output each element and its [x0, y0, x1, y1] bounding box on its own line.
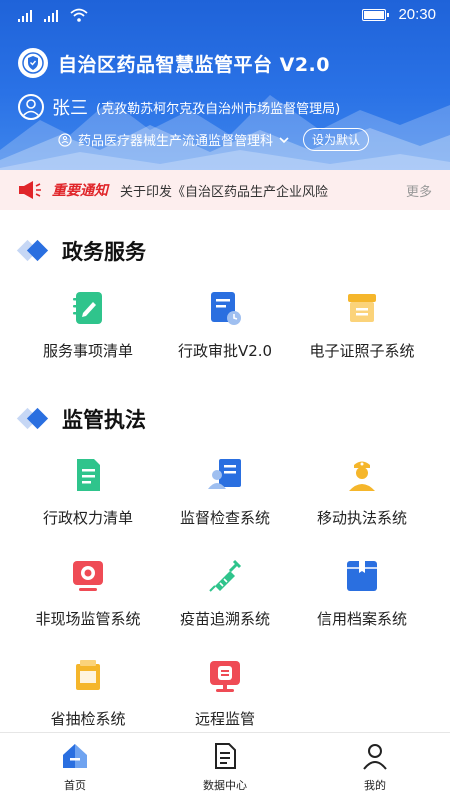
grid-label: 疫苗追溯系统: [179, 610, 270, 628]
diamond-icon: [16, 407, 50, 430]
nav-item-data-center[interactable]: 数据中心: [150, 733, 300, 800]
user-icon: [363, 744, 387, 770]
department-name: 药品医疗器械生产流通监督管理科: [78, 134, 274, 149]
provincial-sampling-item[interactable]: 省抽检系统: [13, 656, 163, 729]
platform-emblem-icon: [18, 48, 48, 78]
wifi-icon: [70, 8, 88, 22]
grid-label: 行政审批V2.0: [177, 342, 273, 360]
officer-icon: [349, 461, 375, 491]
set-default-button[interactable]: 设为默认: [303, 128, 370, 151]
platform-title: 自治区药品智慧监管平台 V2.0: [58, 53, 330, 76]
grid-label: 信用档案系统: [316, 610, 407, 628]
section-label: 政务服务: [62, 240, 146, 264]
section-title-law-enforcement: 监管执法: [16, 404, 146, 434]
grid-label: 省抽检系统: [50, 710, 126, 728]
bottom-nav: 首页 数据中心 我的: [0, 732, 450, 800]
inspection-item[interactable]: 监督检查系统: [150, 455, 300, 528]
approval-doc-icon: [211, 292, 241, 325]
archive-icon: [347, 561, 377, 591]
grid-label: 远程监管: [194, 710, 255, 728]
nav-item-profile[interactable]: 我的: [300, 733, 450, 800]
service-list-item[interactable]: 服务事项清单: [13, 288, 163, 361]
grid-label: 行政权力清单: [42, 509, 133, 527]
home-icon: [63, 744, 87, 768]
approval-item[interactable]: 行政审批V2.0: [150, 288, 300, 361]
section-label: 监管执法: [62, 408, 146, 432]
cellular-signal-icon: [18, 10, 32, 22]
document-icon: [215, 743, 236, 769]
monitor-icon: [73, 561, 103, 591]
nav-label: 首页: [64, 779, 86, 792]
nav-item-home[interactable]: 首页: [0, 733, 150, 800]
power-list-icon: [77, 459, 100, 491]
avatar[interactable]: [18, 94, 44, 120]
grid-label: 监督检查系统: [179, 509, 270, 527]
notice-text[interactable]: 关于印发《自治区药品生产企业风险: [120, 181, 370, 200]
nav-label: 我的: [364, 779, 386, 792]
user-organization: (克孜勒苏柯尔克孜自治州市场监督管理局): [96, 101, 341, 117]
mobile-enforcement-item[interactable]: 移动执法系统: [287, 455, 437, 528]
service-list-icon: [73, 292, 102, 324]
department-icon: [58, 132, 72, 147]
remote-monitor-icon: [210, 661, 240, 692]
grid-label: 服务事项清单: [42, 342, 133, 360]
grid-label: 电子证照子系统: [309, 342, 415, 360]
notice-more-link[interactable]: 更多: [406, 181, 432, 200]
license-box-icon: [348, 294, 376, 322]
department-selector[interactable]: 药品医疗器械生产流通监督管理科 设为默认: [58, 128, 370, 151]
inspection-icon: [208, 459, 241, 489]
offsite-monitoring-item[interactable]: 非现场监管系统: [13, 556, 163, 629]
credit-archive-item[interactable]: 信用档案系统: [287, 556, 437, 629]
user-name: 张三: [52, 98, 88, 119]
grid-label: 移动执法系统: [316, 509, 407, 527]
diamond-icon: [16, 239, 50, 262]
syringe-icon: [209, 559, 242, 592]
section-title-government-services: 政务服务: [16, 236, 146, 266]
nav-label: 数据中心: [203, 779, 247, 792]
megaphone-icon: [19, 181, 41, 199]
notice-tag: 重要通知: [52, 183, 108, 199]
power-list-item[interactable]: 行政权力清单: [13, 455, 163, 528]
sampling-icon: [76, 660, 100, 690]
e-license-item[interactable]: 电子证照子系统: [287, 288, 437, 361]
remote-supervision-item[interactable]: 远程监管: [150, 656, 300, 729]
status-time: 20:30: [398, 6, 436, 23]
header: 20:30 自治区药品智慧监管平台 V2.0 张三 (克孜勒苏柯尔克孜自治州市场…: [0, 0, 450, 170]
battery-icon: [362, 8, 390, 21]
vaccine-trace-item[interactable]: 疫苗追溯系统: [150, 556, 300, 629]
status-bar: 20:30: [0, 0, 450, 32]
grid-label: 非现场监管系统: [35, 610, 141, 628]
cellular-signal-icon: [44, 10, 58, 22]
notice-bar[interactable]: 重要通知 关于印发《自治区药品生产企业风险 更多: [0, 170, 450, 210]
chevron-down-icon: [279, 136, 289, 143]
